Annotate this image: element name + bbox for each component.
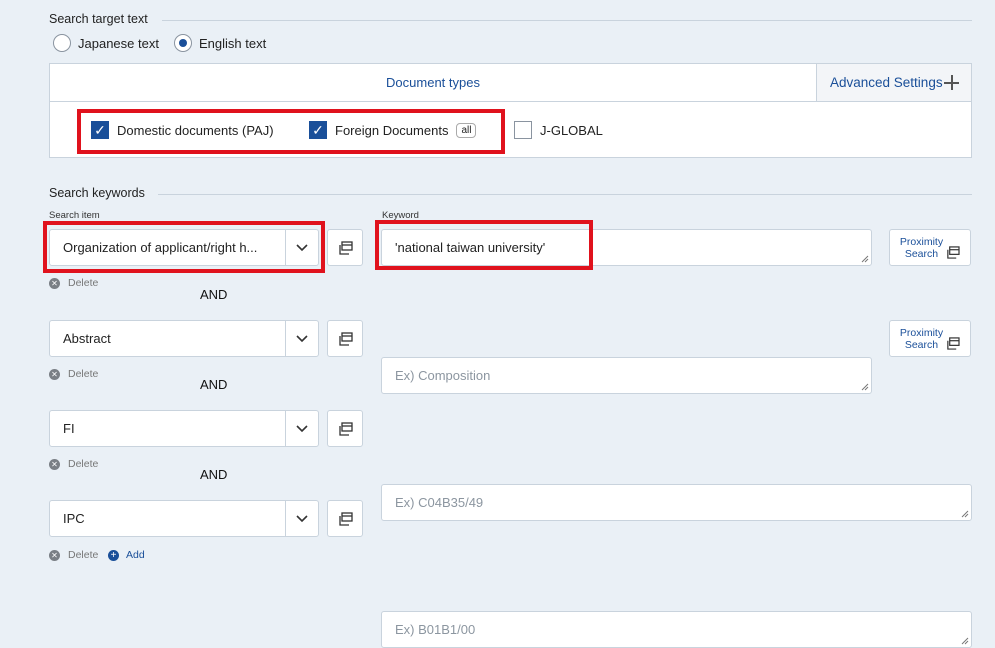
radio-circle-icon <box>53 34 71 52</box>
window-icon <box>339 421 353 436</box>
checkbox-label: Foreign Documents <box>335 122 449 138</box>
radio-selected-icon <box>174 34 192 52</box>
proximity-label: Search <box>904 247 939 260</box>
close-icon: ✕ <box>49 277 60 289</box>
resize-grip-icon <box>861 383 869 391</box>
radio-label: English text <box>199 35 267 51</box>
search-keywords-label: Search keywords <box>49 186 145 200</box>
close-icon: ✕ <box>49 368 60 380</box>
search-item-label: Search item <box>49 210 100 221</box>
copy-window-button[interactable] <box>327 229 363 266</box>
plus-icon <box>944 75 959 90</box>
delete-button[interactable]: ✕ Delete <box>49 458 98 470</box>
delete-button[interactable]: ✕ Delete <box>49 368 98 380</box>
advanced-settings-label: Advanced Settings <box>830 75 943 90</box>
proximity-search-button[interactable]: Proximity Search <box>889 229 971 266</box>
proximity-label: Proximity <box>899 326 944 339</box>
and-connector: AND <box>200 377 228 392</box>
proximity-label: Proximity <box>899 235 944 248</box>
window-icon <box>339 331 353 346</box>
checkbox-checked-icon: ✓ <box>91 121 109 139</box>
search-item-select[interactable]: IPC <box>49 500 319 537</box>
resize-grip-icon <box>861 255 869 263</box>
chevron-down-icon <box>285 321 318 356</box>
checkbox-unchecked-icon <box>514 121 532 139</box>
search-item-value: IPC <box>63 511 85 526</box>
checkbox-label: Domestic documents (PAJ) <box>117 122 274 138</box>
keyword-input[interactable]: Ex) C04B35/49 <box>381 484 972 521</box>
chevron-down-icon <box>285 411 318 446</box>
delete-label: Delete <box>68 458 99 470</box>
keyword-input[interactable]: Ex) Composition <box>381 357 872 394</box>
add-label: Add <box>126 549 145 561</box>
window-icon <box>947 246 960 259</box>
all-badge-button[interactable]: all <box>456 122 477 138</box>
copy-window-button[interactable] <box>327 320 363 357</box>
keyword-input[interactable]: Ex) B01B1/00 <box>381 611 972 648</box>
checkbox-foreign-documents[interactable]: ✓ Foreign Documents all <box>309 121 477 139</box>
copy-window-button[interactable] <box>327 410 363 447</box>
checkbox-j-global[interactable]: J-GLOBAL <box>514 121 603 139</box>
checkbox-checked-icon: ✓ <box>309 121 327 139</box>
delete-label: Delete <box>68 549 99 561</box>
delete-button[interactable]: ✕ Delete <box>49 549 98 561</box>
search-item-value: FI <box>63 421 75 436</box>
copy-window-button[interactable] <box>327 500 363 537</box>
keyword-placeholder: Ex) C04B35/49 <box>395 495 484 510</box>
window-icon <box>339 511 353 526</box>
keyword-placeholder: Ex) Composition <box>395 368 491 383</box>
search-item-select[interactable]: Abstract <box>49 320 319 357</box>
delete-button[interactable]: ✕ Delete <box>49 277 98 289</box>
radio-english-text[interactable]: English text <box>174 34 266 52</box>
delete-label: Delete <box>68 277 99 289</box>
close-icon: ✕ <box>49 458 60 470</box>
search-target-label: Search target text <box>49 12 148 26</box>
close-icon: ✕ <box>49 549 60 561</box>
advanced-settings-button[interactable]: Advanced Settings <box>816 64 971 101</box>
window-icon <box>947 337 960 350</box>
document-types-title: Document types <box>386 75 480 90</box>
plus-circle-icon: + <box>108 549 119 561</box>
search-item-value: Abstract <box>63 331 111 346</box>
divider <box>162 20 972 21</box>
checkbox-label: J-GLOBAL <box>540 122 603 138</box>
proximity-search-button[interactable]: Proximity Search <box>889 320 971 357</box>
radio-japanese-text[interactable]: Japanese text <box>53 34 159 52</box>
highlight-box <box>375 220 593 270</box>
divider <box>158 194 972 195</box>
highlight-box <box>43 221 325 273</box>
resize-grip-icon <box>961 637 969 645</box>
add-button[interactable]: + Add <box>108 549 145 561</box>
checkbox-domestic-documents[interactable]: ✓ Domestic documents (PAJ) <box>91 121 274 139</box>
and-connector: AND <box>200 467 228 482</box>
and-connector: AND <box>200 287 228 302</box>
delete-label: Delete <box>68 368 99 380</box>
search-item-select[interactable]: FI <box>49 410 319 447</box>
keyword-placeholder: Ex) B01B1/00 <box>395 622 476 637</box>
window-icon <box>339 240 353 255</box>
radio-label: Japanese text <box>78 35 159 51</box>
document-types-header: Document types Advanced Settings <box>50 64 971 102</box>
chevron-down-icon <box>285 501 318 536</box>
resize-grip-icon <box>961 510 969 518</box>
proximity-label: Search <box>904 338 939 351</box>
